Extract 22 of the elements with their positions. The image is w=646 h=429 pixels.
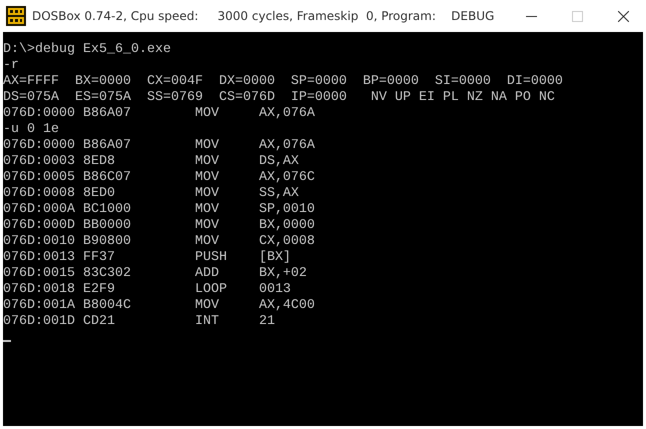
window-title: DOSBox 0.74-2, Cpu speed: 3000 cycles, Frameskip 0, Program: DEBUG bbox=[32, 9, 496, 23]
console-line: 076D:0000 B86A07 MOV AX,076A bbox=[3, 106, 315, 122]
console-line: 076D:0008 8ED0 MOV SS,AX bbox=[3, 186, 299, 202]
app-logo-icon bbox=[6, 6, 26, 26]
console-line: 076D:0013 FF37 PUSH [BX] bbox=[3, 250, 291, 266]
console-line: 076D:0018 E2F9 LOOP 0013 bbox=[3, 282, 291, 298]
console-line: 076D:000D BB0000 MOV BX,0000 bbox=[3, 218, 315, 234]
console-line: DS=075A ES=075A SS=0769 CS=076D IP=0000 NV UP EI PL NZ NA PO NC bbox=[3, 90, 555, 106]
console-line: 076D:000A BC1000 MOV SP,0010 bbox=[3, 202, 315, 218]
console-line: 076D:0003 8ED8 MOV DS,AX bbox=[3, 154, 299, 170]
console-line: 076D:0000 B86A07 MOV AX,076A bbox=[3, 138, 315, 154]
console-line: 076D:0015 83C302 ADD BX,+02 bbox=[3, 266, 307, 282]
console-line: 076D:001A B8004C MOV AX,4C00 bbox=[3, 298, 315, 314]
console-line: D:\>debug Ex5_6_0.exe bbox=[3, 42, 171, 58]
console-line: -r bbox=[3, 58, 19, 74]
console-line: AX=FFFF BX=0000 CX=004F DX=0000 SP=0000 BP=0000 SI=0000 DI=0000 bbox=[3, 74, 563, 90]
console-line: 076D:001D CD21 INT 21 bbox=[3, 314, 275, 330]
console-line: -u 0 1e bbox=[3, 122, 59, 138]
console-line: 076D:0010 B90800 MOV CX,0008 bbox=[3, 234, 315, 250]
console-line: 076D:0005 B86C07 MOV AX,076C bbox=[3, 170, 315, 186]
close-icon bbox=[618, 10, 628, 22]
maximize-icon bbox=[572, 10, 582, 22]
